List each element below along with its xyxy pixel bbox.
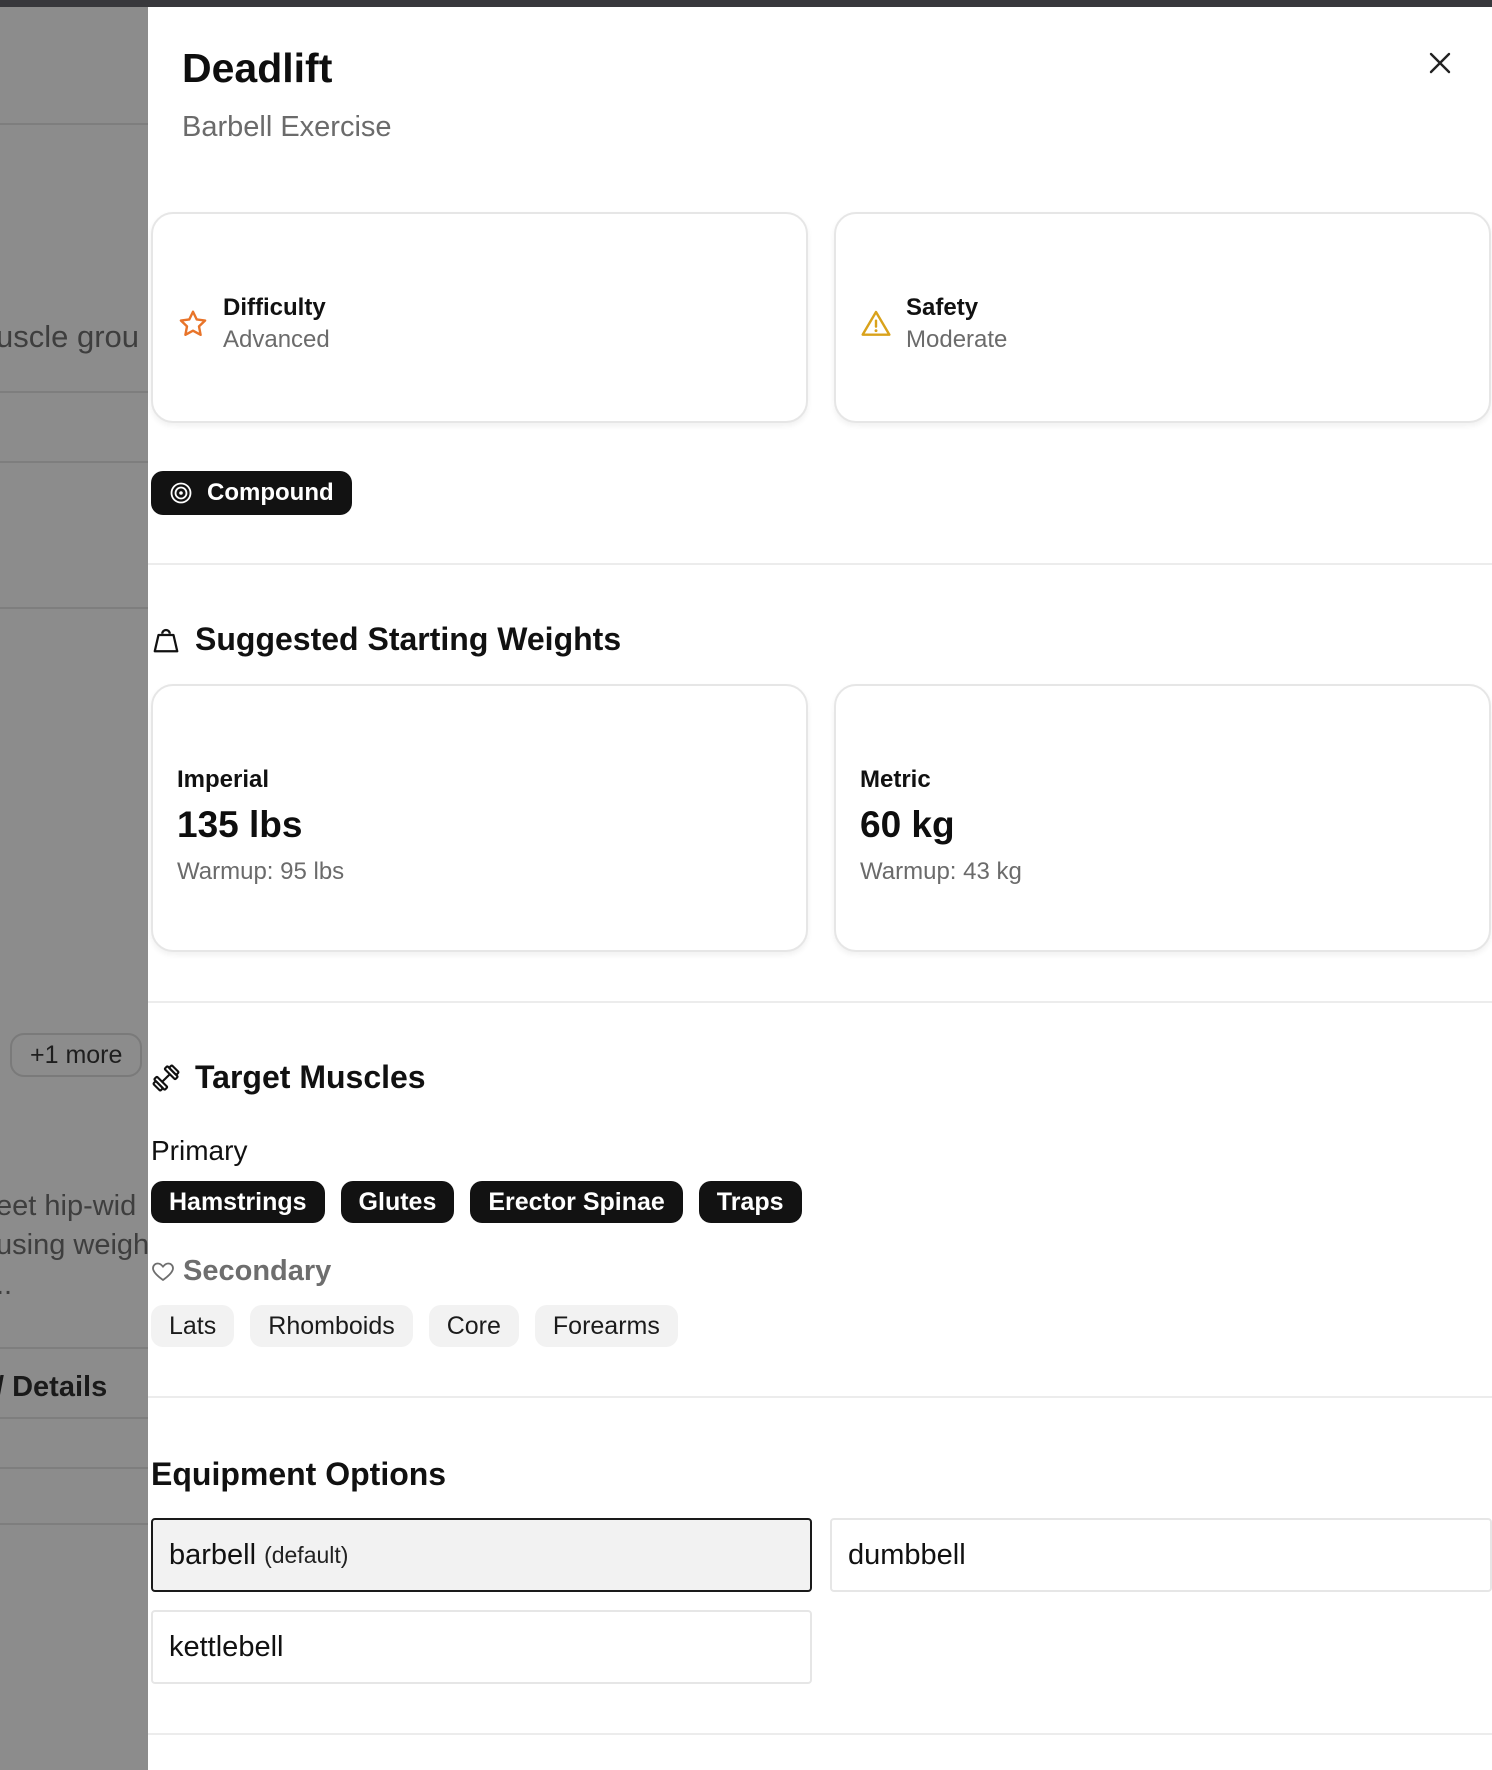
primary-muscle-tag: Hamstrings bbox=[151, 1181, 325, 1223]
background-page-overlay: uscle grou +1 more eet hip-wid using wei… bbox=[0, 7, 148, 1770]
top-bar bbox=[0, 0, 1492, 7]
target-icon bbox=[170, 482, 192, 504]
weight-icon bbox=[153, 628, 179, 652]
section-divider bbox=[148, 563, 1492, 565]
heart-icon bbox=[152, 1262, 174, 1281]
secondary-muscle-tag: Lats bbox=[151, 1305, 235, 1347]
equipment-heading: Equipment Options bbox=[151, 1456, 447, 1492]
primary-muscle-tag: Erector Spinae bbox=[470, 1181, 683, 1223]
exercise-detail-panel: Deadlift Barbell Exercise Difficulty Adv… bbox=[148, 7, 1492, 1770]
default-marker: (default) bbox=[264, 1541, 349, 1568]
exercise-title: Deadlift bbox=[182, 45, 333, 91]
background-text: using weigh bbox=[0, 1229, 148, 1261]
primary-muscle-tag: Glutes bbox=[340, 1181, 455, 1223]
equipment-option-kettlebell[interactable]: kettlebell bbox=[151, 1610, 812, 1684]
close-icon bbox=[1429, 52, 1451, 74]
metric-weight-card: Metric 60 kg Warmup: 43 kg bbox=[834, 684, 1491, 952]
secondary-muscle-tag: Rhomboids bbox=[250, 1305, 413, 1347]
imperial-value: 135 lbs bbox=[177, 804, 303, 845]
close-button[interactable] bbox=[1420, 43, 1460, 83]
primary-muscle-tag: Traps bbox=[698, 1181, 802, 1223]
secondary-muscle-tag: Core bbox=[428, 1305, 519, 1347]
background-text: uscle grou bbox=[0, 319, 140, 354]
secondary-muscle-tag: Forearms bbox=[534, 1305, 678, 1347]
difficulty-value: Advanced bbox=[223, 326, 330, 353]
more-tags-badge[interactable]: +1 more bbox=[10, 1033, 143, 1077]
divider bbox=[0, 1523, 148, 1525]
secondary-muscles-heading: Secondary bbox=[151, 1255, 331, 1288]
weights-heading: Suggested Starting Weights bbox=[151, 621, 621, 658]
imperial-warmup: Warmup: 95 lbs bbox=[177, 858, 345, 885]
safety-value: Moderate bbox=[906, 326, 1008, 353]
metric-label: Metric bbox=[860, 766, 931, 793]
equipment-name: dumbbell bbox=[848, 1538, 966, 1571]
divider bbox=[0, 123, 148, 125]
difficulty-label: Difficulty bbox=[223, 294, 326, 321]
secondary-muscles-list: Lats Rhomboids Core Forearms bbox=[151, 1305, 678, 1347]
safety-label: Safety bbox=[906, 294, 979, 321]
equipment-name: barbell bbox=[169, 1538, 257, 1571]
divider bbox=[0, 607, 148, 609]
warning-icon bbox=[861, 310, 891, 336]
muscles-heading-label: Target Muscles bbox=[195, 1059, 426, 1095]
background-text: eet hip-wid bbox=[0, 1190, 137, 1222]
difficulty-card: Difficulty Advanced bbox=[151, 212, 808, 423]
exercise-subtitle: Barbell Exercise bbox=[182, 111, 392, 143]
imperial-weight-card: Imperial 135 lbs Warmup: 95 lbs bbox=[151, 684, 808, 952]
dumbbell-icon bbox=[152, 1064, 180, 1091]
safety-card: Safety Moderate bbox=[834, 212, 1491, 423]
primary-muscles-label: Primary bbox=[151, 1135, 248, 1166]
metric-value: 60 kg bbox=[860, 804, 955, 845]
divider bbox=[0, 391, 148, 393]
divider bbox=[0, 1417, 148, 1419]
primary-muscles-list: Hamstrings Glutes Erector Spinae Traps bbox=[151, 1181, 802, 1223]
divider bbox=[0, 1467, 148, 1469]
divider bbox=[0, 1347, 148, 1349]
equipment-option-barbell[interactable]: barbell (default) bbox=[151, 1518, 812, 1592]
equipment-name: kettlebell bbox=[169, 1630, 284, 1663]
metric-warmup: Warmup: 43 kg bbox=[860, 858, 1022, 885]
weights-heading-label: Suggested Starting Weights bbox=[195, 621, 622, 657]
star-icon bbox=[179, 310, 207, 336]
compound-badge: Compound bbox=[151, 471, 352, 515]
equipment-option-dumbbell[interactable]: dumbbell bbox=[830, 1518, 1492, 1592]
view-details-link[interactable]: / Details bbox=[0, 1371, 107, 1404]
section-divider bbox=[148, 1396, 1492, 1398]
secondary-muscles-label: Secondary bbox=[183, 1255, 332, 1287]
section-divider bbox=[148, 1733, 1492, 1735]
muscles-heading: Target Muscles bbox=[151, 1059, 426, 1096]
background-text: .. bbox=[0, 1269, 13, 1301]
imperial-label: Imperial bbox=[177, 766, 270, 793]
divider bbox=[0, 461, 148, 463]
section-divider bbox=[148, 1001, 1492, 1003]
compound-label: Compound bbox=[207, 479, 334, 506]
